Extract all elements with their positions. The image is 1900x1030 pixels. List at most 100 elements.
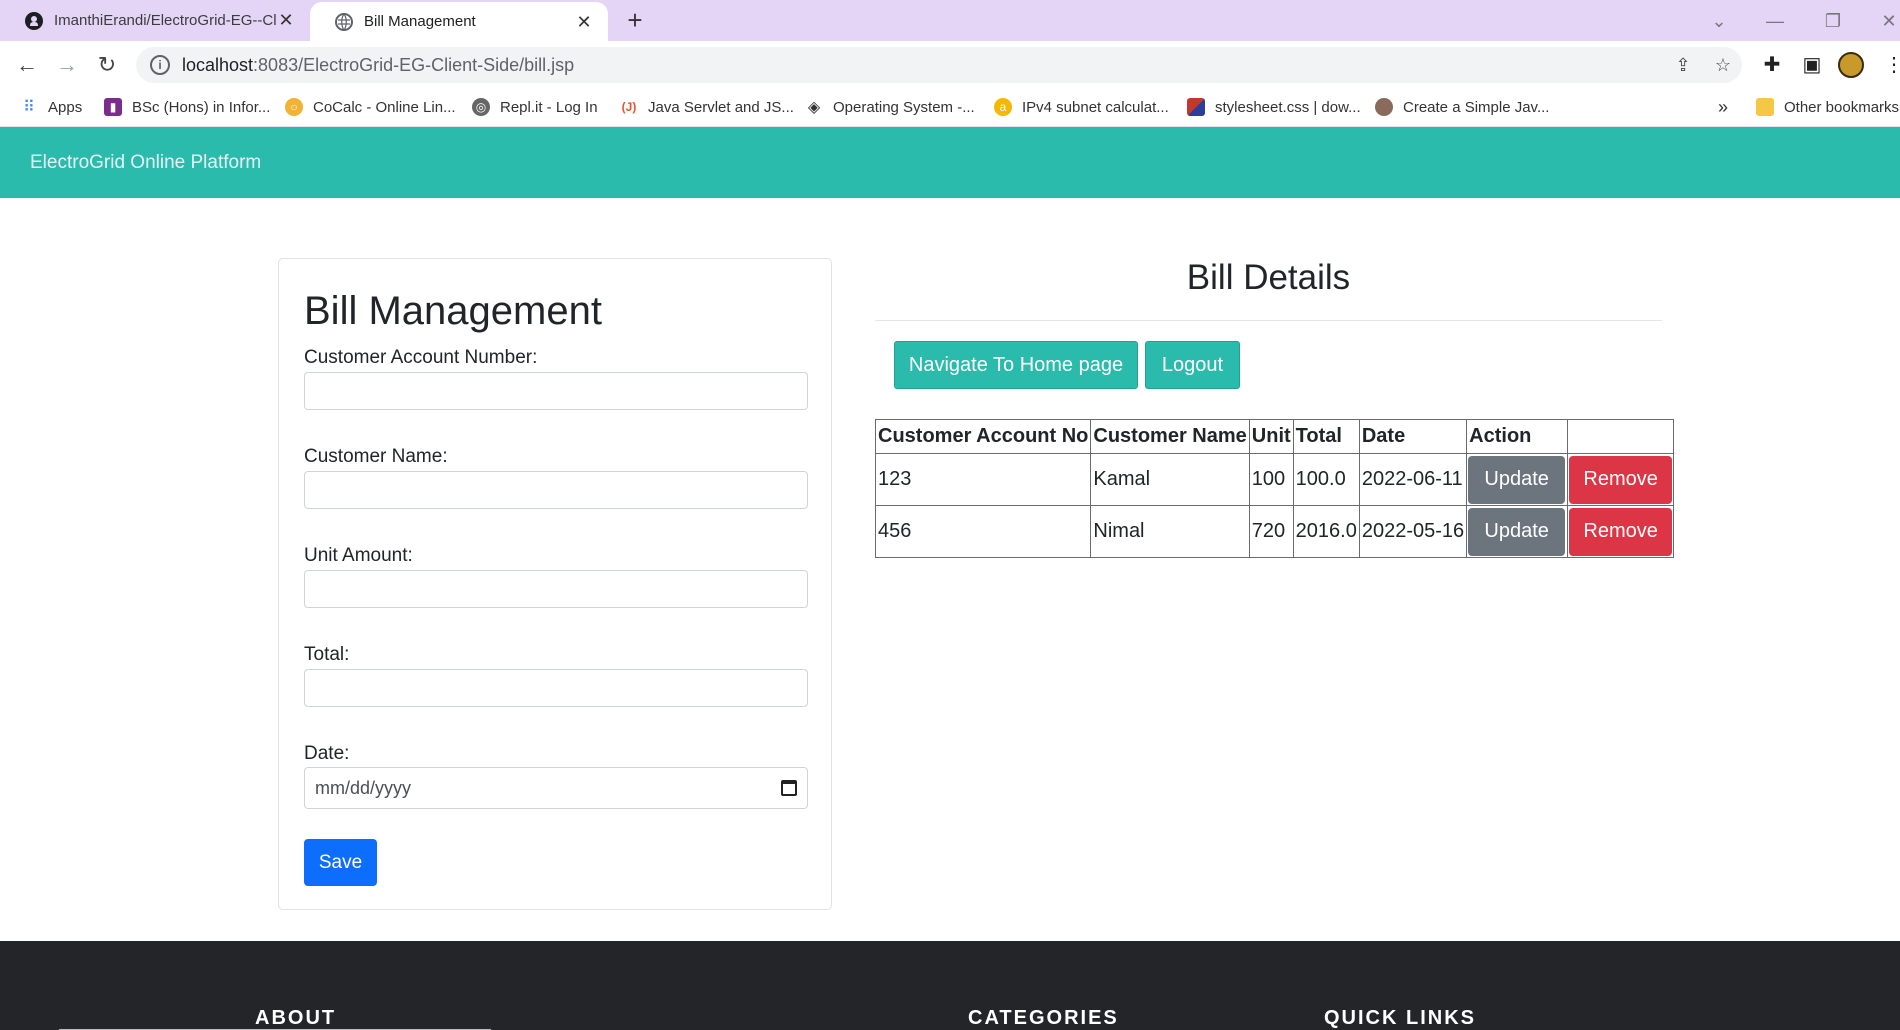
university-icon: ▮ [104,98,122,116]
unit-amount-label: Unit Amount: [304,545,413,566]
navigate-home-button[interactable]: Navigate To Home page [894,341,1138,389]
bookmark-label: Operating System -... [833,98,975,116]
globe-icon [334,12,354,32]
total-input[interactable] [304,669,808,707]
unit-cell: 720 [1248,505,1294,558]
new-tab-icon[interactable]: + [622,7,648,34]
forward-arrow-icon[interactable]: → [52,50,82,80]
calendar-icon[interactable] [781,780,797,796]
divider [875,320,1662,321]
update-cell: Update [1466,505,1569,558]
bookmark-create-java[interactable]: Create a Simple Jav... [1375,88,1549,126]
update-button[interactable]: Update [1468,455,1566,504]
profile-avatar[interactable] [1838,52,1864,78]
extensions-puzzle-icon[interactable]: ✚ [1758,51,1786,79]
close-icon[interactable]: ✕ [574,12,594,32]
github-icon [24,11,44,31]
brand-link[interactable]: ElectroGrid Online Platform [30,127,261,198]
restore-icon[interactable]: ❐ [1820,8,1846,34]
minimize-icon[interactable]: — [1762,8,1788,34]
close-icon[interactable]: ✕ [276,10,296,30]
bookmark-ipv4[interactable]: a IPv4 subnet calculat... [994,88,1169,126]
account-cell: 456 [874,505,1092,558]
person-icon [1375,98,1393,116]
date-cell: 2022-06-11 [1358,453,1468,506]
customer-name-input[interactable] [304,471,808,509]
bookmarks-overflow-icon[interactable]: » [1718,88,1728,126]
bookmark-stylesheet[interactable]: stylesheet.css | dow... [1187,88,1361,126]
star-icon[interactable]: ☆ [1712,54,1734,76]
unit-cell: 100 [1248,453,1294,506]
tab-bill-management[interactable]: Bill Management ✕ [310,2,608,41]
footer-about-heading: ABOUT [255,1007,337,1029]
bookmark-replit[interactable]: ◎ Repl.it - Log In [472,88,598,126]
bills-table: Customer Account No Customer Name Unit T… [874,419,1675,558]
bookmark-bsc[interactable]: ▮ BSc (Hons) in Infor... [104,88,270,126]
reload-icon[interactable]: ↻ [92,50,122,80]
unit-amount-input[interactable] [304,570,808,608]
tab-github[interactable]: ImanthiErandi/ElectroGrid-EG--Cl ✕ [0,0,310,41]
remove-button[interactable]: Remove [1569,507,1673,556]
overflow-label: » [1718,96,1729,117]
folder-icon [1756,98,1774,116]
bookmark-other[interactable]: Other bookmarks [1756,88,1899,126]
bookmark-label: Java Servlet and JS... [648,98,794,116]
remove-button[interactable]: Remove [1569,455,1673,504]
tab-search-chevron-icon[interactable]: ⌄ [1706,8,1732,34]
footer-quick-links-heading: QUICK LINKS [1324,1007,1476,1029]
bookmark-label: Create a Simple Jav... [1403,98,1550,116]
column-header [1567,419,1675,454]
javatpoint-icon: (J) [621,100,637,114]
total-cell: 100.0 [1292,453,1360,506]
date-placeholder: mm/dd/yyyy [315,777,412,798]
calculator-icon: a [994,98,1012,116]
name-cell: Nimal [1090,505,1250,558]
footer-categories-heading: CATEGORIES [968,1007,1119,1029]
total-cell: 2016.0 [1292,505,1360,558]
remove-cell: Remove [1567,453,1675,506]
date-input[interactable]: mm/dd/yyyy [304,767,808,809]
site-info-icon[interactable]: i [150,55,170,75]
account-number-input[interactable] [304,372,808,410]
share-icon[interactable]: ⇪ [1672,54,1694,76]
diamond-icon: ◈ [807,99,821,116]
menu-kebab-icon[interactable]: ⋮ [1880,51,1900,79]
column-header: Unit [1248,419,1294,454]
cocalc-icon: ○ [285,98,303,116]
tab-title: ImanthiErandi/ElectroGrid-EG--Cl [54,12,277,29]
bookmark-java-servlet[interactable]: (J) Java Servlet and JS... [620,88,794,126]
save-button[interactable]: Save [304,839,377,886]
back-arrow-icon[interactable]: ← [12,50,42,80]
date-label: Date: [304,743,350,764]
column-header: Customer Name [1090,419,1250,454]
address-bar[interactable]: i localhost:8083/ElectroGrid-EG-Client-S… [136,47,1742,83]
bookmark-label: BSc (Hons) in Infor... [132,98,271,116]
bookmark-operating-system[interactable]: ◈ Operating System -... [805,88,975,126]
site-navbar: ElectroGrid Online Platform [0,127,1900,198]
customer-name-label: Customer Name: [304,446,448,467]
bookmark-label: IPv4 subnet calculat... [1022,98,1169,116]
update-button[interactable]: Update [1468,507,1566,556]
replit-icon: ◎ [472,98,490,116]
url-text[interactable]: localhost:8083/ElectroGrid-EG-Client-Sid… [182,55,574,76]
column-header: Date [1358,419,1468,454]
window-close-icon[interactable]: ✕ [1876,8,1900,34]
browser-toolbar: ← → ↻ i localhost:8083/ElectroGrid-EG-Cl… [0,41,1900,88]
bookmark-cocalc[interactable]: ○ CoCalc - Online Lin... [285,88,456,126]
site-footer: ABOUT CATEGORIES QUICK LINKS [0,941,1900,1030]
bookmark-label: Other bookmarks [1784,98,1900,116]
bookmark-label: CoCalc - Online Lin... [313,98,456,116]
column-header: Total [1292,419,1360,454]
bookmark-label: Apps [48,98,83,116]
tab-strip: ImanthiErandi/ElectroGrid-EG--Cl ✕ Bill … [0,0,1900,41]
bookmark-apps[interactable]: ⠿ Apps [20,88,82,126]
account-number-label: Customer Account Number: [304,347,538,368]
side-panel-icon[interactable]: ▣ [1798,51,1826,79]
update-cell: Update [1466,453,1569,506]
logout-button[interactable]: Logout [1145,341,1240,389]
account-cell: 123 [874,453,1092,506]
bill-form-card: Bill Management Customer Account Number:… [278,258,832,910]
table-header-row: Customer Account No Customer Name Unit T… [874,419,1675,454]
table-row: 456 Nimal 720 2016.0 2022-05-16 Update R… [874,505,1675,558]
bookmark-label: Repl.it - Log In [500,98,598,116]
